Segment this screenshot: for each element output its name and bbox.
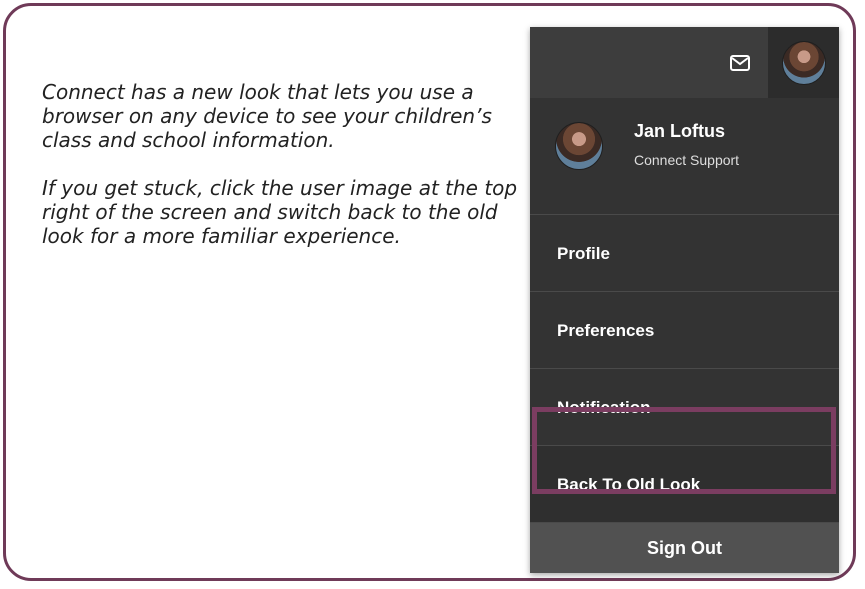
sign-out-button[interactable]: Sign Out — [530, 523, 839, 573]
mail-icon — [729, 54, 750, 71]
help-text: Connect has a new look that lets you use… — [42, 80, 522, 272]
user-name: Jan Loftus — [634, 121, 726, 141]
profile-avatar — [555, 122, 603, 170]
mail-button[interactable] — [711, 27, 768, 98]
user-organization: Connect Support — [634, 152, 740, 168]
help-paragraph-1: Connect has a new look that lets you use… — [42, 80, 492, 152]
menu-item-back-to-old-look[interactable]: Back To Old Look — [530, 446, 839, 523]
user-menu-dropdown: Jan Loftus Connect Support Profile Prefe… — [530, 27, 839, 573]
menu-item-profile[interactable]: Profile — [530, 215, 839, 292]
help-paragraph-2: If you get stuck, click the user image a… — [42, 176, 518, 248]
user-avatar-button[interactable] — [768, 27, 839, 98]
menu-item-notification[interactable]: Notification — [530, 369, 839, 446]
user-avatar-icon — [781, 40, 826, 85]
menu-item-preferences[interactable]: Preferences — [530, 292, 839, 369]
top-bar — [530, 27, 839, 98]
user-info: Jan Loftus Connect Support — [530, 98, 839, 215]
